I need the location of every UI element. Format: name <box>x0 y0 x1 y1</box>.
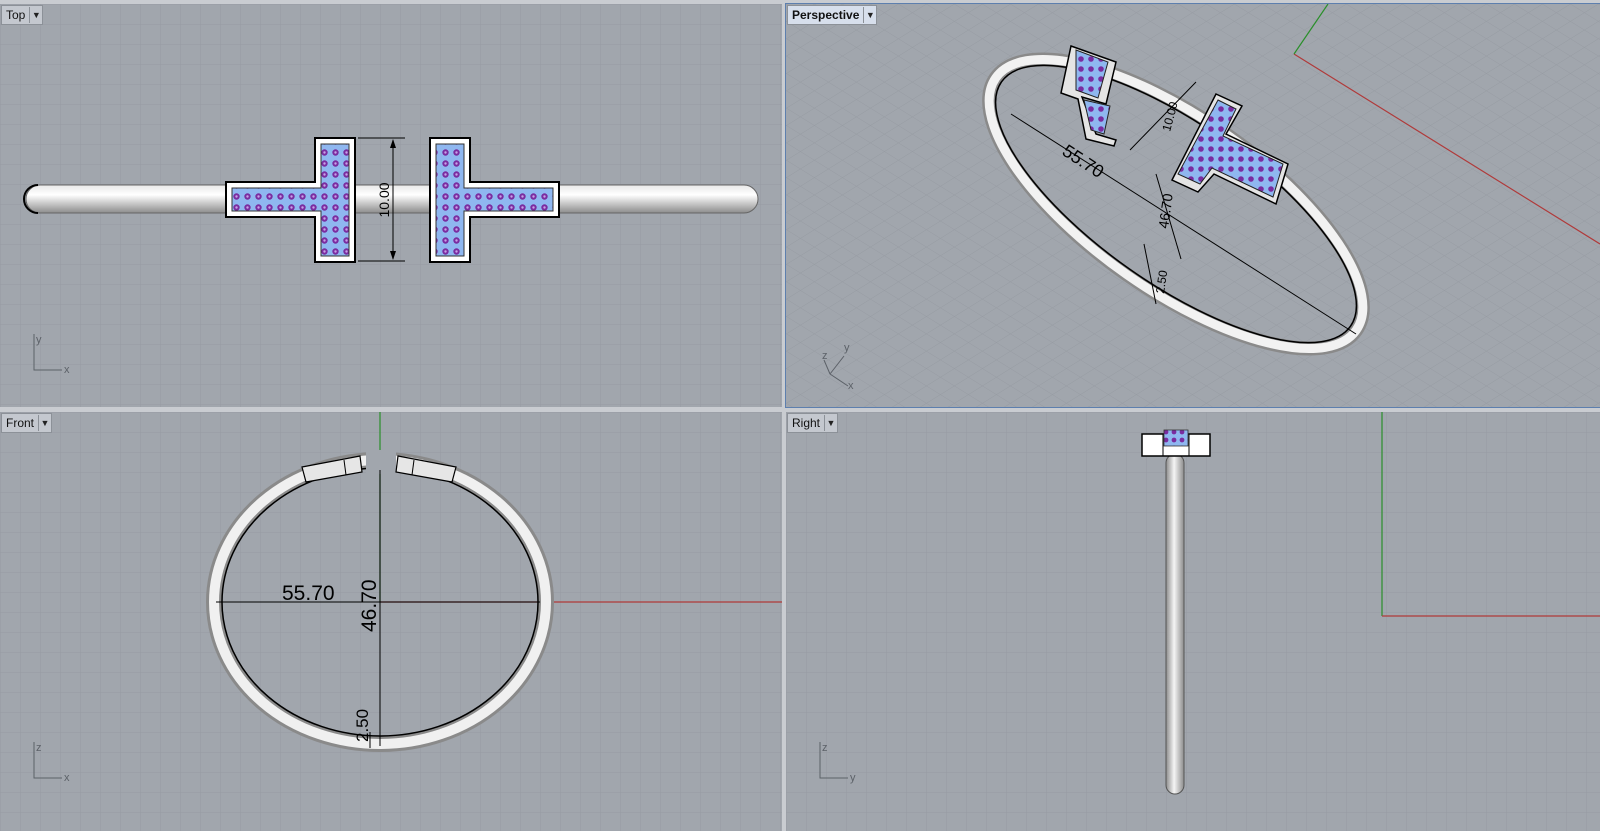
viewport-perspective-title: Perspective <box>792 8 860 22</box>
dimension-gap-label: 10.00 <box>376 182 392 217</box>
svg-text:y: y <box>36 334 42 346</box>
viewport-front-tab[interactable]: Front ▼ <box>1 413 53 433</box>
viewport-top[interactable]: 10.00 y x Top ▼ <box>0 4 782 407</box>
viewport-top-canvas[interactable]: 10.00 y x <box>0 4 782 407</box>
viewport-perspective-tab[interactable]: Perspective ▼ <box>787 5 878 25</box>
svg-text:x: x <box>848 380 854 392</box>
dimension-thickness-label-front: 2.50 <box>353 709 372 742</box>
svg-text:y: y <box>850 772 856 784</box>
viewport-front-title: Front <box>6 416 35 430</box>
viewport-front-canvas[interactable]: 55.70 46.70 2.50 z x <box>0 412 782 831</box>
svg-text:y: y <box>844 342 850 354</box>
viewport-right-canvas[interactable]: z y <box>786 412 1600 831</box>
svg-text:x: x <box>64 772 70 784</box>
svg-text:z: z <box>36 742 42 754</box>
svg-text:z: z <box>822 742 828 754</box>
dimension-width-label-front: 55.70 <box>282 582 335 605</box>
dropdown-arrow-icon[interactable]: ▼ <box>824 415 837 431</box>
viewport-top-title: Top <box>6 8 26 22</box>
dropdown-arrow-icon[interactable]: ▼ <box>38 415 51 431</box>
svg-text:x: x <box>64 364 70 376</box>
viewport-right-tab[interactable]: Right ▼ <box>787 413 839 433</box>
dropdown-arrow-icon[interactable]: ▼ <box>863 7 876 23</box>
viewport-front[interactable]: 55.70 46.70 2.50 z x Front ▼ <box>0 412 782 831</box>
svg-text:z: z <box>822 350 828 362</box>
viewport-right-title: Right <box>792 416 821 430</box>
dimension-height-label-front: 46.70 <box>358 579 381 632</box>
viewport-right[interactable]: z y Right ▼ <box>786 412 1600 831</box>
viewport-perspective[interactable]: 55.70 10.00 46.70 2.50 y x z Perspective… <box>785 3 1600 408</box>
dropdown-arrow-icon[interactable]: ▼ <box>29 7 42 23</box>
viewport-top-tab[interactable]: Top ▼ <box>1 5 44 25</box>
viewport-perspective-canvas[interactable]: 55.70 10.00 46.70 2.50 y x z <box>786 4 1600 407</box>
